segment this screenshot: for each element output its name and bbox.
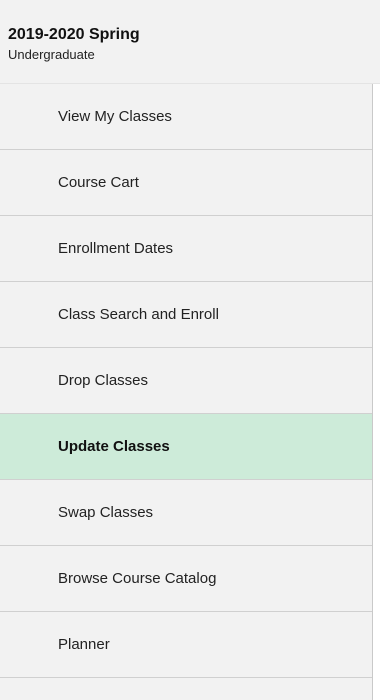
enrollment-nav: View My Classes Course Cart Enrollment D… — [0, 84, 373, 700]
nav-item-label: Browse Course Catalog — [58, 570, 217, 587]
nav-item-drop-classes[interactable]: Drop Classes — [0, 348, 372, 414]
nav-item-update-classes[interactable]: Update Classes — [0, 414, 372, 480]
nav-item-class-search-and-enroll[interactable]: Class Search and Enroll — [0, 282, 372, 348]
nav-item-enrollment-dates[interactable]: Enrollment Dates — [0, 216, 372, 282]
nav-item-label: Planner — [58, 636, 110, 653]
nav-item-label: Drop Classes — [58, 372, 149, 389]
nav-item-label: Enrollment Dates — [58, 240, 174, 257]
nav-item-planner[interactable]: Planner — [0, 612, 372, 678]
nav-item-label: Update Classes — [58, 438, 170, 455]
nav-item-browse-course-catalog[interactable]: Browse Course Catalog — [0, 546, 372, 612]
nav-item-swap-classes[interactable]: Swap Classes — [0, 480, 372, 546]
career-label: Undergraduate — [8, 47, 95, 62]
nav-item-view-my-classes[interactable]: View My Classes — [0, 84, 372, 150]
nav-item-label: Class Search and Enroll — [58, 306, 219, 323]
nav-item-label: View My Classes — [58, 108, 172, 125]
term-title: 2019-2020 Spring — [8, 26, 140, 43]
nav-item-course-cart[interactable]: Course Cart — [0, 150, 372, 216]
term-header: 2019-2020 Spring Undergraduate — [0, 0, 380, 84]
nav-item-label: Swap Classes — [58, 504, 154, 521]
nav-item-label: Course Cart — [58, 174, 139, 191]
